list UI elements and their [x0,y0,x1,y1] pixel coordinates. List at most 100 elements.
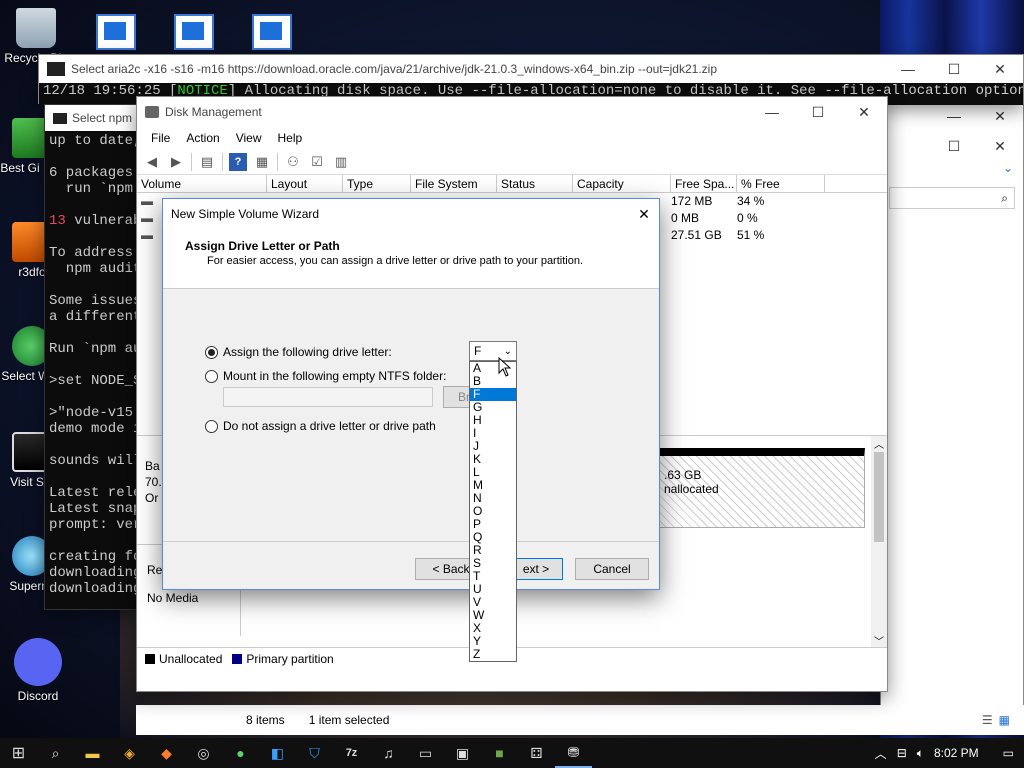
unallocated-size: .63 GB [664,468,702,482]
disk-management-icon[interactable]: ⛃ [555,738,592,768]
minimize-icon[interactable]: — [885,54,931,84]
cdrom-status: No Media [147,591,199,605]
cmd-line [49,325,133,341]
column-file-system[interactable]: File System [411,175,497,192]
large-icons-view-icon[interactable]: ▦ [999,713,1010,727]
close-icon[interactable]: ✕ [629,206,659,223]
unallocated-partition[interactable]: .63 GB nallocated [657,448,865,528]
volume-icon[interactable]: 🔈︎ [917,746,924,761]
column-free-space[interactable]: Free Spa... [671,175,737,192]
chevron-down-icon[interactable]: ⌄ [1003,161,1013,181]
search-icon[interactable]: ⌕ [37,738,74,768]
back-arrow-icon[interactable]: ◀ [143,153,161,171]
details-icon[interactable]: ▥ [332,153,350,171]
cmd-line: downloading [49,581,137,597]
cmd-line [49,357,133,373]
cancel-button[interactable]: Cancel [575,558,649,580]
legend-swatch-primary [232,653,243,664]
file-explorer-icon[interactable]: ▬ [74,738,111,768]
explorer-statusbar: 8 items 1 item selected ☰ ▦ [136,705,1024,735]
maximize-icon[interactable]: ☐ [795,97,841,127]
app-icon[interactable]: ▣ [444,738,481,768]
checklist-icon[interactable]: ☑ [308,153,326,171]
drive-letter-options[interactable]: A B F G H I J K L M N O P Q R S T U V W … [469,361,517,662]
maximize-icon[interactable]: ☐ [931,131,977,161]
desktop-shortcut-icon[interactable] [174,14,214,50]
clock[interactable]: 8:02 PM [934,746,979,760]
chevron-up-icon[interactable]: ︿ [875,745,887,762]
minimize-icon[interactable]: — [931,101,977,131]
status-selected-count: 1 item selected [308,713,390,727]
close-icon[interactable]: ✕ [841,97,887,127]
app-icon[interactable]: ♫ [370,738,407,768]
radio-button[interactable] [205,369,218,383]
radio-assign-letter[interactable]: Assign the following drive letter: [205,345,392,359]
properties-icon[interactable]: ▤ [198,153,216,171]
app-icon[interactable]: ● [222,738,259,768]
scroll-up-icon[interactable]: ︿ [871,436,887,451]
scroll-thumb[interactable] [874,452,884,542]
desktop-icon-discord[interactable]: Discord [6,638,70,703]
radio-button[interactable] [205,419,218,433]
desktop-shortcut-icon[interactable] [252,14,292,50]
column-layout[interactable]: Layout [267,175,343,192]
scrollbar-vertical[interactable]: ︿ ﹀ [871,436,887,648]
help-icon[interactable]: ? [229,152,247,171]
connect-icon[interactable]: ⚇ [284,153,302,171]
cmd-icon[interactable]: ▭ [407,738,444,768]
wizard-footer-divider [163,541,659,542]
close-icon[interactable]: ✕ [977,54,1023,84]
wizard-heading: Assign Drive Letter or Path [185,239,340,253]
column-status[interactable]: Status [497,175,573,192]
app-icon[interactable]: ◎ [185,738,222,768]
radio-button-selected[interactable] [205,345,218,359]
defender-icon[interactable]: ⛉ [296,738,333,768]
npm-cmd-window[interactable]: Select npm up to date, 6 packages run `n… [44,104,138,610]
radio-mount-folder[interactable]: Mount in the following empty NTFS folder… [205,369,446,383]
radio-no-letter[interactable]: Do not assign a drive letter or drive pa… [205,419,436,433]
network-icon[interactable]: ⊟ [897,746,907,760]
desktop-shortcut-icon[interactable] [96,14,136,50]
disk-label-line: Or [145,491,159,505]
legend-primary: Primary partition [246,651,334,666]
minimize-icon[interactable]: — [749,97,795,127]
menu-help[interactable]: Help [270,131,311,145]
view-icon[interactable]: ▦ [253,153,271,171]
cmd-line [49,277,133,293]
column-percent-free[interactable]: % Free [737,175,825,192]
new-simple-volume-wizard[interactable]: New Simple Volume Wizard ✕ Assign Drive … [162,198,660,590]
app-icon[interactable]: ◆ [148,738,185,768]
forward-arrow-icon[interactable]: ▶ [167,153,185,171]
close-icon[interactable]: ✕ [977,101,1023,131]
drive-letter-option[interactable]: H [470,414,516,427]
cell-free-space: 0 MB [671,211,700,225]
app-icon[interactable]: ⚃ [518,738,555,768]
explorer-window[interactable]: — ✕ ☐ ✕ ⌄ ⌕ [880,100,1024,735]
cell-free-space: 27.51 GB [671,228,722,242]
vuln-text: vulnerab [65,213,137,229]
cmd-line: sounds will [49,453,137,469]
scroll-down-icon[interactable]: ﹀ [871,633,887,648]
close-icon[interactable]: ✕ [977,131,1023,161]
menu-action[interactable]: Action [178,131,227,145]
drive-letter-option[interactable]: Z [470,648,516,661]
app-icon[interactable]: ◧ [259,738,296,768]
column-capacity[interactable]: Capacity [573,175,671,192]
npm-cmd-output: up to date, 6 packages run `npm 13 vulne… [45,131,137,599]
explorer-search-input[interactable]: ⌕ [889,187,1015,209]
folder-path-input[interactable] [223,387,433,407]
column-volume[interactable]: Volume [137,175,267,192]
toolbar-separator [222,152,223,171]
maximize-icon[interactable]: ☐ [931,54,977,84]
cmd-line: To address [49,245,134,261]
details-view-icon[interactable]: ☰ [982,713,993,727]
start-windows-icon[interactable]: ⊞ [0,738,37,768]
disk0-label[interactable]: Ba 70. Or [145,458,162,506]
menu-file[interactable]: File [143,131,178,145]
app-icon[interactable]: ◈ [111,738,148,768]
7zip-icon[interactable]: 7z [333,738,370,768]
minecraft-icon[interactable]: ■ [481,738,518,768]
notifications-icon[interactable]: ▭ [1003,746,1014,760]
column-type[interactable]: Type [343,175,411,192]
menu-view[interactable]: View [228,131,270,145]
